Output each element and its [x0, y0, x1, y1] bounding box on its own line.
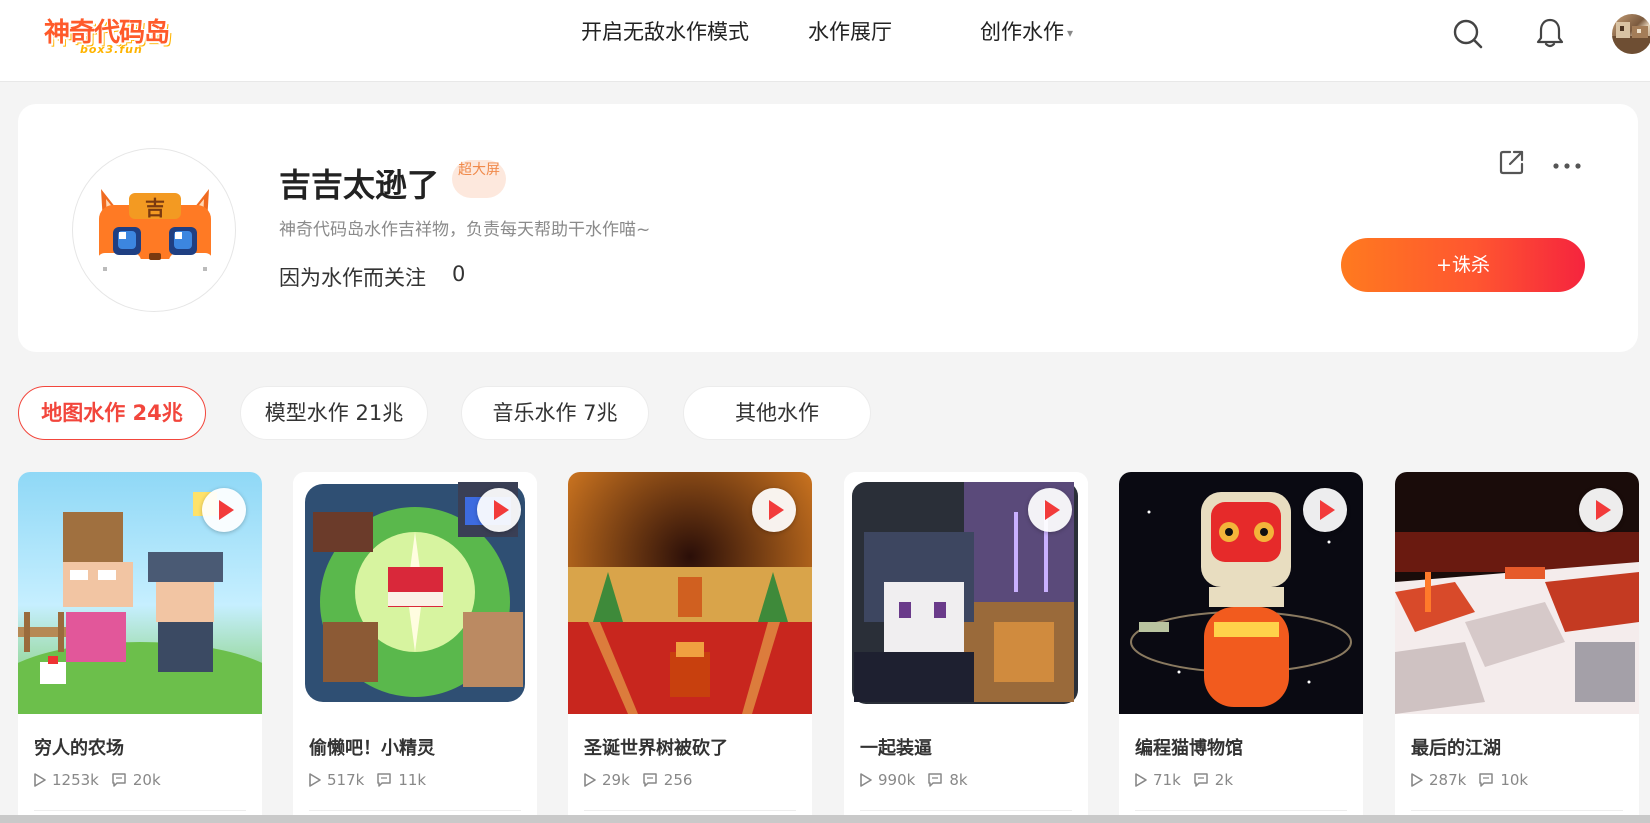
play-icon[interactable] [1303, 488, 1347, 532]
search-icon [1453, 19, 1483, 49]
tab-other-works[interactable]: 其他水作 [683, 386, 871, 440]
play-icon[interactable] [477, 488, 521, 532]
view-count: 1253k [52, 771, 99, 789]
work-card[interactable]: 穷人的农场 1253k 20k [18, 472, 262, 823]
search-button[interactable] [1452, 18, 1484, 54]
view-count: 990k [878, 771, 916, 789]
more-icon [1553, 163, 1581, 169]
play-count-icon [1135, 773, 1147, 787]
view-count: 287k [1429, 771, 1467, 789]
comment-count: 2k [1214, 771, 1234, 789]
play-icon[interactable] [1028, 488, 1072, 532]
play-count-icon [860, 773, 872, 787]
view-count: 517k [327, 771, 365, 789]
work-title: 偷懒吧！小精灵 [309, 738, 435, 759]
nav-item-label: 开启无敌水作模式 [581, 20, 749, 44]
profile-avatar: 吉 [72, 148, 236, 312]
work-card[interactable]: 编程猫博物馆 71k 2k [1119, 472, 1363, 823]
top-navigation-bar: 神奇代码岛 box3.fun 开启无敌水作模式 水作展厅 创作水作 ▾ [0, 0, 1650, 82]
nav-item-label: 水作展厅 [808, 20, 892, 44]
work-thumbnail [1395, 472, 1639, 714]
work-card[interactable]: 圣诞世界树被砍了 29k 256 [568, 472, 812, 823]
share-icon [1499, 150, 1524, 175]
comment-icon [1194, 773, 1208, 787]
view-count: 71k [1153, 771, 1181, 789]
work-thumbnail [18, 472, 262, 714]
play-count-icon [309, 773, 321, 787]
comment-count: 8k [949, 771, 968, 789]
comment-icon [112, 773, 126, 787]
card-divider [584, 810, 796, 811]
card-divider [860, 810, 1072, 811]
nav-item-invincible-mode[interactable]: 开启无敌水作模式 [581, 16, 749, 44]
notification-button[interactable] [1535, 17, 1565, 53]
play-icon[interactable] [202, 488, 246, 532]
comment-icon [643, 773, 657, 787]
card-divider [1411, 810, 1623, 811]
nav-item-create[interactable]: 创作水作 ▾ [980, 16, 1073, 44]
tab-map-works[interactable]: 地图水作 24兆 [18, 386, 206, 440]
follow-label: 因为水作而关注 [279, 266, 426, 290]
fox-mascot-icon: 吉 [97, 189, 213, 283]
work-title: 编程猫博物馆 [1135, 738, 1243, 759]
card-divider [309, 810, 521, 811]
svg-text:吉: 吉 [145, 196, 165, 220]
work-title: 最后的江湖 [1411, 738, 1501, 759]
horizontal-scrollbar[interactable] [0, 815, 1650, 823]
work-stats: 287k 10k [1411, 771, 1528, 789]
comment-count: 20k [132, 771, 161, 789]
work-thumbnail [1119, 472, 1363, 714]
work-stats: 1253k 20k [34, 771, 161, 789]
profile-badge: 超大屏 [452, 160, 506, 198]
work-thumbnail [293, 472, 537, 714]
work-title: 一起装逼 [860, 738, 932, 759]
avatar-image [1612, 22, 1650, 54]
nav-item-gallery[interactable]: 水作展厅 [808, 16, 892, 44]
chevron-down-icon: ▾ [1067, 26, 1074, 40]
nav-item-label: 创作水作 [980, 20, 1064, 44]
work-title: 穷人的农场 [34, 738, 124, 759]
work-stats: 517k 11k [309, 771, 426, 789]
site-logo[interactable]: 神奇代码岛 box3.fun [44, 12, 174, 56]
comment-icon [1479, 773, 1494, 787]
work-stats: 990k 8k [860, 771, 968, 789]
comment-icon [377, 773, 392, 787]
play-icon[interactable] [1579, 488, 1623, 532]
profile-name: 吉吉太逊了 [279, 166, 440, 204]
user-avatar[interactable] [1612, 14, 1650, 54]
work-card[interactable]: 一起装逼 990k 8k [844, 472, 1088, 823]
share-button[interactable] [1498, 148, 1526, 180]
work-stats: 71k 2k [1135, 771, 1233, 789]
bell-icon [1536, 18, 1564, 48]
tab-music-works[interactable]: 音乐水作 7兆 [461, 386, 649, 440]
card-divider [1135, 810, 1347, 811]
play-icon[interactable] [752, 488, 796, 532]
profile-description: 神奇代码岛水作吉祥物，负责每天帮助干水作喵~ [279, 220, 651, 240]
view-count: 29k [602, 771, 630, 789]
play-count-icon [584, 773, 596, 787]
play-count-icon [1411, 773, 1423, 787]
play-count-icon [34, 773, 46, 787]
comment-count: 10k [1500, 771, 1529, 789]
work-thumbnail [568, 472, 812, 714]
action-button[interactable]: +诛杀 [1341, 238, 1585, 292]
profile-card: 吉 吉吉太逊了 超大屏 神奇代码岛水作吉祥物，负责每天帮助干水作喵~ 因为水作而… [18, 104, 1638, 352]
comment-icon [928, 773, 943, 787]
work-card[interactable]: 最后的江湖 287k 10k [1395, 472, 1639, 823]
follow-count: 0 [452, 262, 466, 286]
work-stats: 29k 256 [584, 771, 692, 789]
work-title: 圣诞世界树被砍了 [584, 738, 728, 759]
comment-count: 256 [663, 771, 693, 789]
comment-count: 11k [398, 771, 427, 789]
tab-model-works[interactable]: 模型水作 21兆 [240, 386, 428, 440]
more-options-button[interactable] [1552, 156, 1582, 175]
work-card[interactable]: 偷懒吧！小精灵 517k 11k [293, 472, 537, 823]
work-thumbnail [844, 472, 1088, 714]
card-divider [34, 810, 246, 811]
logo-subtext: box3.fun [80, 43, 143, 56]
